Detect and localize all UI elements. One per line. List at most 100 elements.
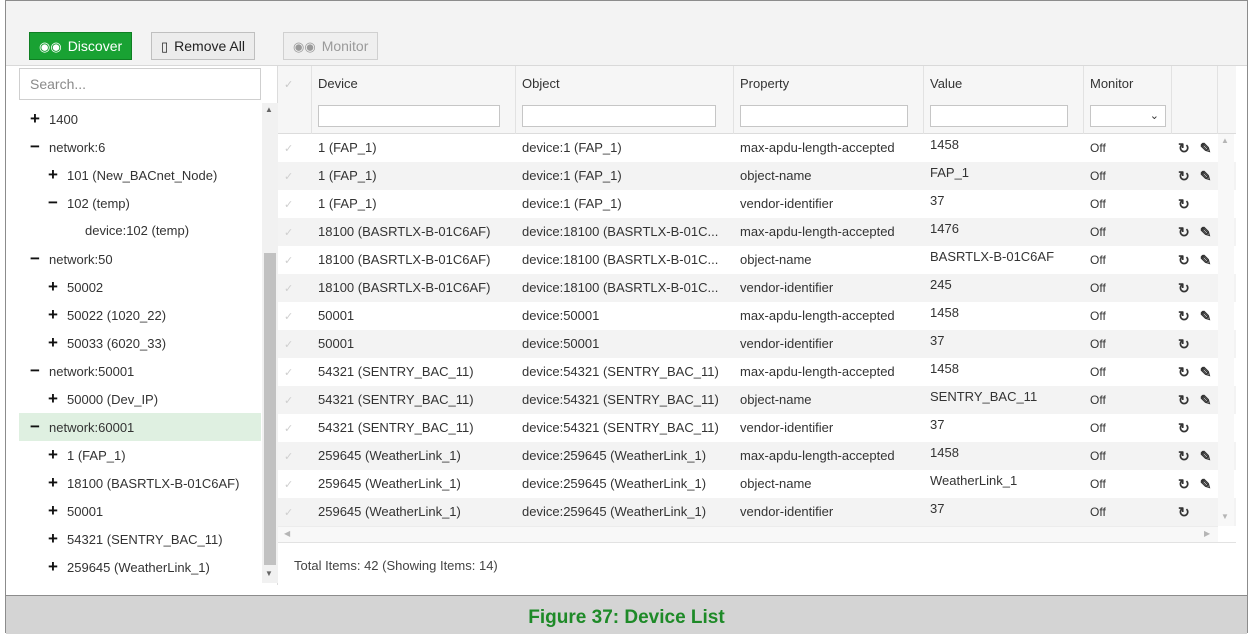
pencil-icon[interactable]: ✎	[1200, 364, 1212, 380]
refresh-icon[interactable]: ↻	[1178, 280, 1190, 296]
check-icon[interactable]: ✓	[284, 339, 293, 351]
row-checkbox[interactable]: ✓	[278, 274, 312, 302]
collapse-icon[interactable]: −	[25, 133, 45, 161]
refresh-icon[interactable]: ↻	[1178, 504, 1190, 520]
tree-node[interactable]: − network:60001	[19, 413, 261, 441]
refresh-icon[interactable]: ↻	[1178, 308, 1190, 324]
tree-node[interactable]: +1400	[19, 105, 261, 133]
check-icon[interactable]: ✓	[284, 143, 293, 155]
row-checkbox[interactable]: ✓	[278, 470, 312, 498]
row-checkbox[interactable]: ✓	[278, 190, 312, 218]
refresh-icon[interactable]: ↻	[1178, 224, 1190, 240]
pencil-icon[interactable]: ✎	[1200, 476, 1212, 492]
check-icon[interactable]: ✓	[284, 255, 293, 267]
select-all-header[interactable]: ✓	[278, 66, 312, 134]
refresh-icon[interactable]: ↻	[1178, 392, 1190, 408]
refresh-icon[interactable]: ↻	[1178, 448, 1190, 464]
table-row[interactable]: ✓ 54321 (SENTRY_BAC_11) device:54321 (SENT…	[278, 386, 1236, 414]
collapse-icon[interactable]: −	[25, 357, 45, 385]
expand-icon[interactable]: +	[43, 497, 63, 525]
tree-node[interactable]: +50022 (1020_22)	[19, 301, 261, 329]
remove-all-button[interactable]: ▯ Remove All	[151, 32, 255, 60]
check-icon[interactable]: ✓	[284, 423, 293, 435]
table-row[interactable]: ✓ 1 (FAP_1) device:1 (FAP_1) object-name FAP…	[278, 162, 1236, 190]
column-monitor[interactable]: Monitor ⌄	[1084, 66, 1172, 134]
row-checkbox[interactable]: ✓	[278, 442, 312, 470]
tree-scroll-thumb[interactable]	[264, 253, 276, 565]
collapse-icon[interactable]: −	[25, 413, 45, 441]
table-row[interactable]: ✓ 18100 (BASRTLX-B-01C6AF) device:18100 (B…	[278, 218, 1236, 246]
row-checkbox[interactable]: ✓	[278, 386, 312, 414]
value-filter-input[interactable]	[930, 105, 1068, 127]
column-device[interactable]: Device	[312, 66, 516, 134]
row-checkbox[interactable]: ✓	[278, 302, 312, 330]
table-row[interactable]: ✓ 18100 (BASRTLX-B-01C6AF) device:18100 (B…	[278, 274, 1236, 302]
tree-node[interactable]: +54321 (SENTRY_BAC_11)	[19, 525, 261, 553]
table-row[interactable]: ✓ 50001 device:50001 vendor-identifier 37 Off…	[278, 330, 1236, 358]
tree-node[interactable]: device:102 (temp)	[19, 217, 261, 245]
search-input[interactable]	[19, 68, 261, 100]
device-filter-input[interactable]	[318, 105, 500, 127]
scroll-up-icon[interactable]: ▲	[265, 105, 273, 114]
refresh-icon[interactable]: ↻	[1178, 476, 1190, 492]
table-row[interactable]: ✓ 259645 (WeatherLink_1) device:259645 (We…	[278, 498, 1236, 526]
tree-node[interactable]: − network:6	[19, 133, 261, 161]
table-row[interactable]: ✓ 259645 (WeatherLink_1) device:259645 (We…	[278, 442, 1236, 470]
refresh-icon[interactable]: ↻	[1178, 252, 1190, 268]
check-icon[interactable]: ✓	[284, 171, 293, 183]
scroll-down-icon[interactable]: ▼	[265, 569, 273, 578]
table-row[interactable]: ✓ 1 (FAP_1) device:1 (FAP_1) max-apdu-lengt…	[278, 134, 1236, 162]
pencil-icon[interactable]: ✎	[1200, 140, 1212, 156]
refresh-icon[interactable]: ↻	[1178, 364, 1190, 380]
scroll-down-icon[interactable]: ▼	[1221, 512, 1229, 521]
scroll-left-icon[interactable]: ◀	[284, 529, 290, 538]
scroll-right-icon[interactable]: ▶	[1204, 529, 1210, 538]
check-icon[interactable]: ✓	[284, 199, 293, 211]
column-property[interactable]: Property	[734, 66, 924, 134]
row-checkbox[interactable]: ✓	[278, 134, 312, 162]
refresh-icon[interactable]: ↻	[1178, 336, 1190, 352]
tree-node[interactable]: +259645 (WeatherLink_1)	[19, 553, 261, 581]
expand-icon[interactable]: +	[43, 301, 63, 329]
check-icon[interactable]: ✓	[284, 395, 293, 407]
expand-icon[interactable]: +	[43, 441, 63, 469]
tree-node[interactable]: +50000 (Dev_IP)	[19, 385, 261, 413]
collapse-icon[interactable]: −	[25, 245, 45, 273]
tree-node[interactable]: +101 (New_BACnet_Node)	[19, 161, 261, 189]
discover-button[interactable]: ◉◉ Discover	[29, 32, 133, 60]
tree-node[interactable]: −102 (temp)	[19, 189, 261, 217]
expand-icon[interactable]: +	[43, 469, 63, 497]
row-checkbox[interactable]: ✓	[278, 330, 312, 358]
grid-vertical-scrollbar[interactable]: ▲ ▼	[1218, 134, 1234, 526]
row-checkbox[interactable]: ✓	[278, 218, 312, 246]
refresh-icon[interactable]: ↻	[1178, 420, 1190, 436]
pencil-icon[interactable]: ✎	[1200, 448, 1212, 464]
scroll-up-icon[interactable]: ▲	[1221, 136, 1229, 145]
row-checkbox[interactable]: ✓	[278, 498, 312, 526]
table-row[interactable]: ✓ 18100 (BASRTLX-B-01C6AF) device:18100 (B…	[278, 246, 1236, 274]
object-filter-input[interactable]	[522, 105, 716, 127]
property-filter-input[interactable]	[740, 105, 908, 127]
check-icon[interactable]: ✓	[284, 507, 293, 519]
tree-node[interactable]: − network:50001	[19, 357, 261, 385]
table-row[interactable]: ✓ 54321 (SENTRY_BAC_11) device:54321 (SENT…	[278, 414, 1236, 442]
pencil-icon[interactable]: ✎	[1200, 224, 1212, 240]
expand-icon[interactable]: +	[43, 385, 63, 413]
table-row[interactable]: ✓ 50001 device:50001 max-apdu-length-accept…	[278, 302, 1236, 330]
tree-node[interactable]: +50002	[19, 273, 261, 301]
row-checkbox[interactable]: ✓	[278, 246, 312, 274]
expand-icon[interactable]: +	[43, 329, 63, 357]
refresh-icon[interactable]: ↻	[1178, 140, 1190, 156]
refresh-icon[interactable]: ↻	[1178, 196, 1190, 212]
row-checkbox[interactable]: ✓	[278, 358, 312, 386]
check-icon[interactable]: ✓	[284, 367, 293, 379]
check-icon[interactable]: ✓	[284, 227, 293, 239]
tree-node[interactable]: − network:50	[19, 245, 261, 273]
tree-node[interactable]: +50033 (6020_33)	[19, 329, 261, 357]
check-icon[interactable]: ✓	[284, 479, 293, 491]
expand-icon[interactable]: +	[43, 273, 63, 301]
monitor-button[interactable]: ◉◉ Monitor	[283, 32, 379, 60]
monitor-filter-select[interactable]: ⌄	[1090, 105, 1166, 127]
pencil-icon[interactable]: ✎	[1200, 308, 1212, 324]
pencil-icon[interactable]: ✎	[1200, 392, 1212, 408]
